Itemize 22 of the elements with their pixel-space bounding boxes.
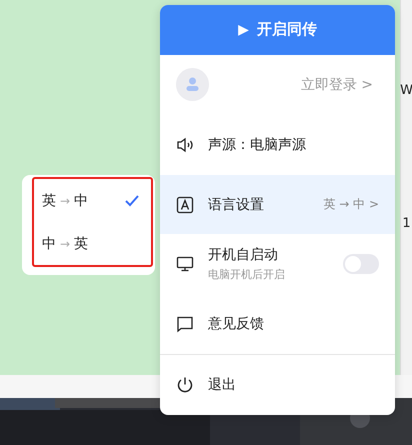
speaker-icon (176, 136, 194, 154)
monitor-icon (176, 255, 194, 274)
menu-item-label: 语言设置 (208, 196, 265, 214)
menu-item-label: 声源：电脑声源 (208, 136, 307, 154)
start-button[interactable]: ▶ 开启同传 (160, 5, 395, 55)
menu-item-label: 意见反馈 (208, 315, 265, 334)
language-value: 英 → 中 > (323, 196, 379, 214)
menu-item-hint: 电脑开机后开启 (208, 267, 286, 282)
menu-item[interactable]: 意见反馈 (160, 294, 395, 354)
power-icon (176, 376, 194, 394)
menu-item[interactable]: 退出 (160, 355, 395, 415)
check-icon (125, 194, 139, 206)
menu-item[interactable]: 声源：电脑声源 (160, 114, 395, 175)
autostart-row[interactable]: 开机自启动 电脑开机后开启 (160, 234, 395, 294)
edge-text: 1 (402, 217, 411, 230)
menu-item-label: 退出 (208, 376, 237, 394)
menu-item[interactable]: 语言设置 英 → 中 > (160, 174, 395, 234)
chat-bubble-icon (176, 315, 194, 334)
language-option[interactable]: 英 → 中 (42, 192, 139, 210)
language-option[interactable]: 中 → 英 (42, 234, 139, 252)
letter-a-icon (176, 196, 194, 214)
menu-item-label: 开机自启动 (208, 246, 279, 264)
